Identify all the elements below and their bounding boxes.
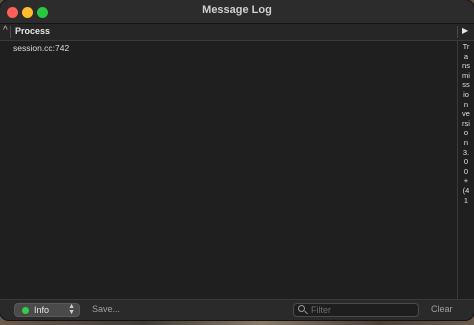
save-button[interactable]: Save... (92, 304, 120, 314)
message-column[interactable]: Transmission version 3.00+(41 (457, 41, 474, 299)
sort-ascending-icon[interactable]: ^ (3, 25, 8, 36)
message-log-window: Message Log ^ Process ▶ session.cc:742 T… (0, 0, 474, 320)
column-header-process[interactable]: Process (15, 26, 50, 36)
column-header-message[interactable]: ▶ (462, 26, 468, 35)
bottom-toolbar: Info ▲▼ Save... Clear (0, 299, 474, 320)
chevron-updown-icon: ▲ ▼ (68, 303, 75, 316)
log-table[interactable]: session.cc:742 (0, 41, 457, 299)
clear-button[interactable]: Clear (431, 304, 453, 314)
status-dot-icon (22, 307, 29, 314)
table-header: ^ Process ▶ (0, 24, 474, 41)
title-bar[interactable]: Message Log (0, 0, 474, 24)
search-icon-handle (304, 310, 308, 315)
log-level-select[interactable]: Info ▲ ▼ (14, 303, 80, 317)
filter-input[interactable] (311, 304, 411, 316)
window-title: Message Log (202, 4, 272, 16)
filter-field[interactable] (293, 303, 419, 317)
message-cell: Transmission version 3.00+(41 (462, 42, 470, 205)
process-cell: session.cc:742 (13, 43, 70, 53)
log-level-label: Info (34, 305, 50, 315)
column-divider[interactable] (457, 26, 458, 38)
column-divider[interactable] (10, 26, 11, 38)
